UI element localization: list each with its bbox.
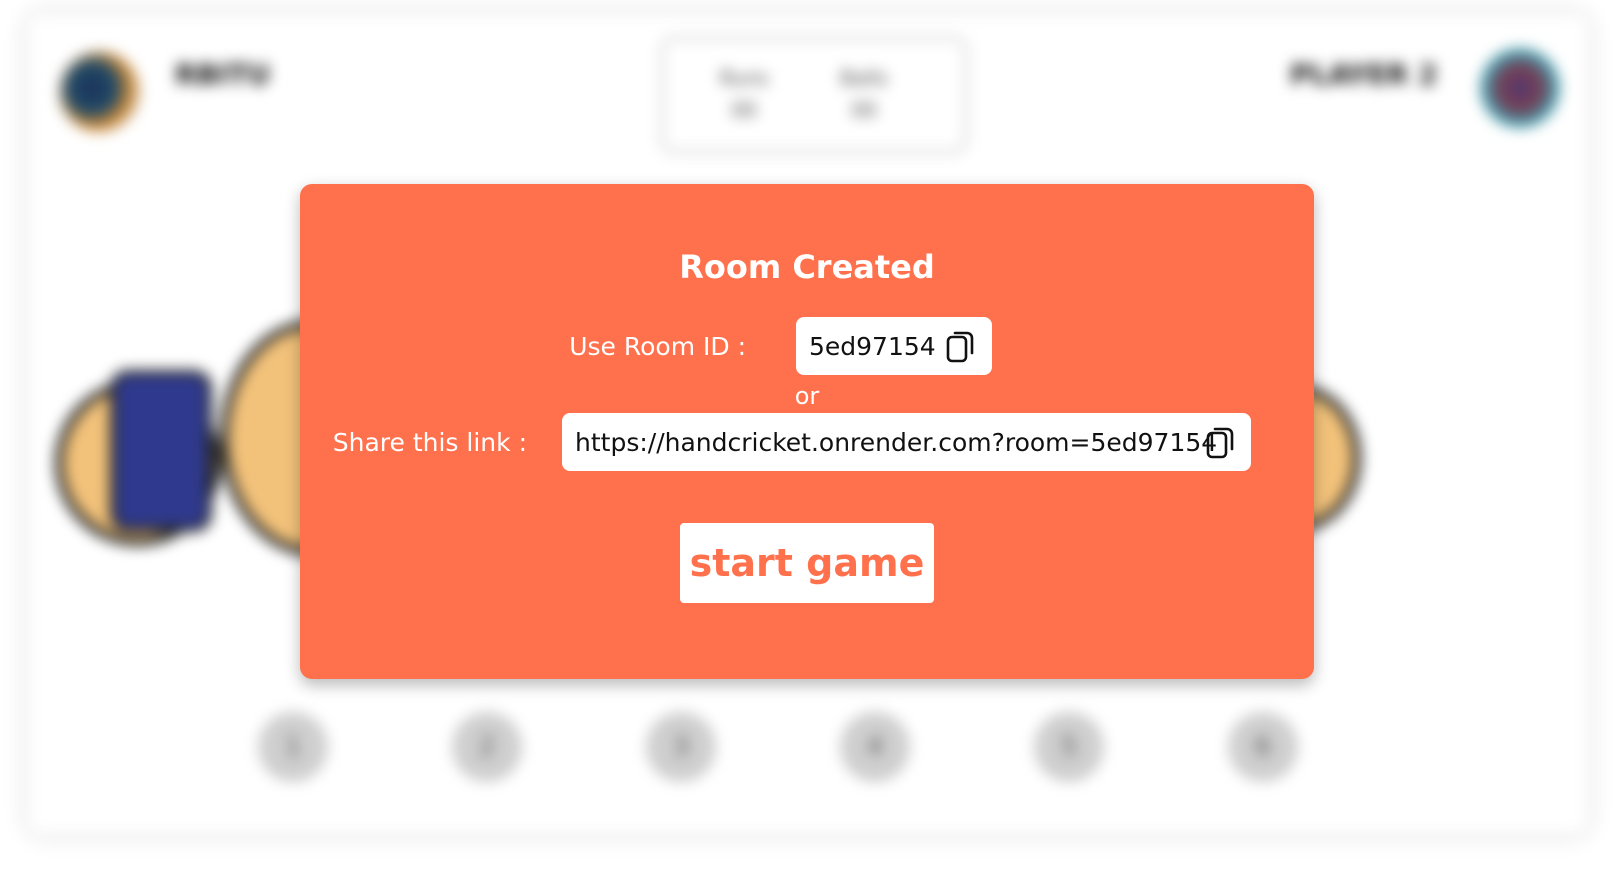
start-game-button[interactable]: start game bbox=[680, 523, 934, 603]
share-link-label: Share this link : bbox=[332, 428, 527, 457]
number-button-3[interactable]: 3 bbox=[646, 712, 716, 782]
room-created-modal: Room Created Use Room ID : 5ed97154 or S… bbox=[300, 184, 1314, 679]
number-button-2[interactable]: 2 bbox=[452, 712, 522, 782]
left-wristband bbox=[110, 370, 212, 532]
share-link-field[interactable]: https://handcricket.onrender.com?room=5e… bbox=[562, 413, 1251, 471]
room-id-label: Use Room ID : bbox=[569, 332, 746, 361]
room-id-field[interactable]: 5ed97154 bbox=[796, 317, 992, 375]
copy-icon[interactable] bbox=[946, 329, 976, 363]
number-button-5[interactable]: 5 bbox=[1034, 712, 1104, 782]
number-button-6[interactable]: 6 bbox=[1228, 712, 1298, 782]
app-screen: RBITU Runs 00 Balls 00 PLAYER 2 1 2 3 4 … bbox=[0, 0, 1619, 884]
copy-icon[interactable] bbox=[1206, 425, 1236, 459]
score-balls: Balls 00 bbox=[824, 62, 904, 126]
score-runs: Runs 00 bbox=[704, 62, 784, 126]
player-left-name: RBITU bbox=[175, 58, 271, 91]
modal-title: Room Created bbox=[679, 248, 935, 286]
player-right-name: PLAYER 2 bbox=[1290, 58, 1438, 91]
score-balls-value: 00 bbox=[851, 98, 877, 122]
score-runs-value: 00 bbox=[731, 98, 757, 122]
player-left-avatar bbox=[60, 52, 140, 132]
scoreboard: Runs 00 Balls 00 bbox=[660, 36, 968, 154]
share-link-value[interactable]: https://handcricket.onrender.com?room=5e… bbox=[575, 428, 1217, 457]
score-runs-label: Runs bbox=[719, 66, 769, 90]
room-id-value[interactable]: 5ed97154 bbox=[809, 332, 936, 361]
or-separator: or bbox=[794, 382, 820, 410]
score-balls-label: Balls bbox=[840, 66, 888, 90]
number-button-4[interactable]: 4 bbox=[840, 712, 910, 782]
player-right-avatar bbox=[1480, 48, 1560, 128]
number-button-1[interactable]: 1 bbox=[258, 712, 328, 782]
